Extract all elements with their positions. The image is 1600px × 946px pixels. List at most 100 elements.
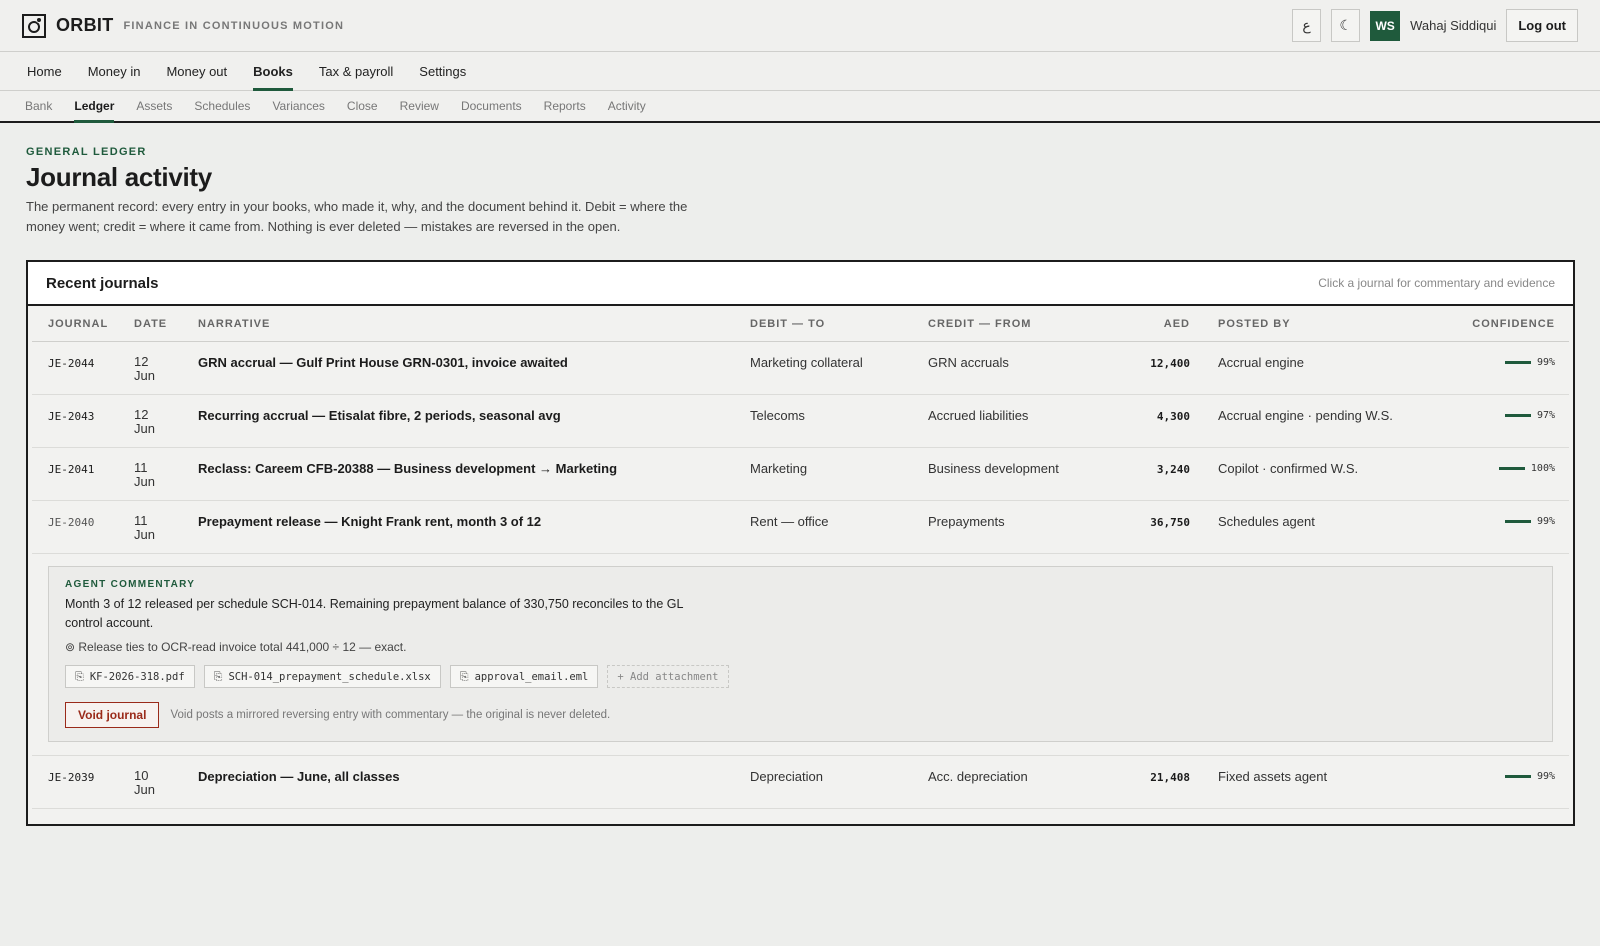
debit-account: Depreciation [750, 769, 823, 784]
nav-home[interactable]: Home [14, 52, 75, 90]
debit-account: Marketing [750, 461, 808, 476]
credit-account: Business development [928, 461, 1059, 476]
commentary-label: AGENT COMMENTARY [65, 579, 196, 590]
posted-by: Schedules agent [1218, 514, 1315, 529]
commentary-row: AGENT COMMENTARY Month 3 of 12 released … [32, 554, 1569, 756]
commentary-check: ⊚ Release ties to OCR-read invoice total… [65, 640, 407, 654]
paperclip-icon: ⎘ [459, 669, 469, 683]
posted-by: Copilot · confirmed W.S. [1218, 461, 1359, 476]
tab-review[interactable]: Review [389, 91, 450, 121]
confidence: 97% [1420, 408, 1569, 421]
journal-narrative: Prepayment release — Knight Frank rent, … [198, 514, 542, 529]
confidence: 99% [1420, 514, 1569, 527]
col-posted-by: POSTED BY [1218, 317, 1291, 330]
paperclip-icon: ⎘ [75, 669, 84, 683]
credit-account: Prepayments [928, 514, 1005, 529]
confidence-bar [1504, 775, 1531, 778]
journal-amount: 3,240 [1156, 463, 1190, 476]
table-header: JOURNAL DATE NARRATIVE DEBIT — TO CREDIT… [32, 306, 1569, 342]
credit-account: Acc. depreciation [928, 769, 1028, 784]
col-credit: CREDIT — FROM [928, 317, 1032, 330]
journal-id: JE-2040 [48, 516, 95, 529]
attachment-chip[interactable]: ⎘ SCH-014_prepayment_schedule.xlsx [203, 665, 441, 688]
top-bar: ORBIT FINANCE IN CONTINUOUS MOTION ع ☾ W… [0, 0, 1600, 52]
void-journal-button[interactable]: Void journal [65, 702, 160, 728]
journal-amount: 12,400 [1150, 357, 1190, 370]
panel-header: Recent journals Click a journal for comm… [28, 262, 1573, 306]
journal-date: 11 Jun [134, 513, 155, 542]
nav-money-in[interactable]: Money in [75, 52, 154, 90]
brand-name: ORBIT [56, 15, 114, 35]
confidence-bar [1504, 414, 1531, 417]
col-debit: DEBIT — TO [750, 317, 826, 330]
journal-narrative: Recurring accrual — Etisalat fibre, 2 pe… [198, 408, 561, 423]
attachment-chip[interactable]: ⎘ approval_email.eml [449, 665, 599, 688]
tab-close[interactable]: Close [336, 91, 389, 121]
nav-tax-payroll[interactable]: Tax & payroll [306, 52, 406, 90]
credit-account: Accrued liabilities [928, 408, 1029, 423]
tab-ledger[interactable]: Ledger [63, 91, 125, 123]
journal-narrative: Reclass: Careem CFB-20388 — Business dev… [198, 461, 618, 476]
journal-narrative: GRN accrual — Gulf Print House GRN-0301,… [198, 355, 568, 370]
table-row-selected[interactable]: JE-2040 11 Jun Prepayment release — Knigh… [32, 501, 1569, 554]
add-attachment-button[interactable]: + Add attachment [607, 665, 729, 688]
brand-tagline: FINANCE IN CONTINUOUS MOTION [123, 19, 345, 32]
debit-account: Rent — office [750, 514, 829, 529]
nav-settings[interactable]: Settings [406, 52, 479, 90]
panel-hint: Click a journal for commentary and evide… [1318, 276, 1555, 290]
journal-amount: 21,408 [1150, 771, 1190, 784]
table-row[interactable]: JE-2044 12 Jun GRN accrual — Gulf Print H… [32, 342, 1569, 395]
user-name: Wahaj Siddiqui [1410, 18, 1497, 33]
journal-id: JE-2043 [48, 410, 95, 423]
commentary-body: Month 3 of 12 released per schedule SCH-… [65, 597, 683, 630]
col-amount: AED [1163, 317, 1190, 330]
debit-account: Telecoms [750, 408, 805, 423]
col-confidence: CONFIDENCE [1472, 317, 1555, 330]
confidence-bar [1498, 467, 1525, 470]
confidence: 99% [1420, 355, 1569, 368]
nav-money-out[interactable]: Money out [153, 52, 240, 90]
tab-reports[interactable]: Reports [533, 91, 597, 121]
attachment-chip[interactable]: ⎘ KF-2026-318.pdf [65, 665, 195, 688]
confidence-bar [1504, 520, 1531, 523]
orbit-logo-icon [22, 13, 46, 38]
journal-date: 12 Jun [134, 354, 155, 383]
page-header: GENERAL LEDGER Journal activity The perm… [0, 123, 1600, 237]
debit-account: Marketing collateral [750, 355, 863, 370]
credit-account: GRN accruals [928, 355, 1009, 370]
tab-bank[interactable]: Bank [14, 91, 63, 121]
col-narrative: NARRATIVE [198, 317, 271, 330]
tab-assets[interactable]: Assets [125, 91, 183, 121]
journal-id: JE-2044 [48, 357, 95, 370]
page-eyebrow: GENERAL LEDGER [26, 146, 147, 158]
table-row[interactable]: JE-2043 12 Jun Recurring accrual — Etisal… [32, 395, 1569, 448]
primary-nav: Home Money in Money out Books Tax & payr… [0, 52, 1600, 91]
attachments: ⎘ KF-2026-318.pdf ⎘ SCH-014_prepayment_sch… [65, 665, 1536, 688]
theme-toggle-button[interactable]: ☾ [1331, 9, 1361, 42]
tab-variances[interactable]: Variances [261, 91, 335, 121]
posted-by: Accrual engine [1218, 355, 1304, 370]
nav-books[interactable]: Books [240, 52, 306, 91]
agent-commentary: AGENT COMMENTARY Month 3 of 12 released … [48, 566, 1553, 742]
commentary-actions: Void journal Void posts a mirrored rever… [65, 702, 1536, 728]
journal-id: JE-2041 [48, 463, 95, 476]
recent-journals-panel: Recent journals Click a journal for comm… [26, 260, 1575, 826]
avatar[interactable]: WS [1370, 10, 1401, 41]
col-journal: JOURNAL [48, 317, 109, 330]
confidence: 99% [1420, 769, 1569, 782]
secondary-nav: Bank Ledger Assets Schedules Variances C… [0, 91, 1600, 123]
tab-activity[interactable]: Activity [597, 91, 657, 121]
panel-title: Recent journals [46, 274, 159, 292]
posted-by: Accrual engine · pending W.S. [1218, 408, 1393, 423]
table-row[interactable]: JE-2039 10 Jun Depreciation — June, all c… [32, 756, 1569, 809]
logout-button[interactable]: Log out [1506, 9, 1578, 42]
language-toggle-button[interactable]: ع [1292, 9, 1322, 42]
tab-documents[interactable]: Documents [450, 91, 533, 121]
tab-schedules[interactable]: Schedules [183, 91, 261, 121]
void-note: Void posts a mirrored reversing entry wi… [170, 709, 611, 721]
journal-amount: 4,300 [1156, 410, 1190, 423]
table-row[interactable]: JE-2041 11 Jun Reclass: Careem CFB-20388 … [32, 448, 1569, 501]
journal-amount: 36,750 [1150, 516, 1190, 529]
posted-by: Fixed assets agent [1218, 769, 1328, 784]
journal-id: JE-2039 [48, 771, 95, 784]
